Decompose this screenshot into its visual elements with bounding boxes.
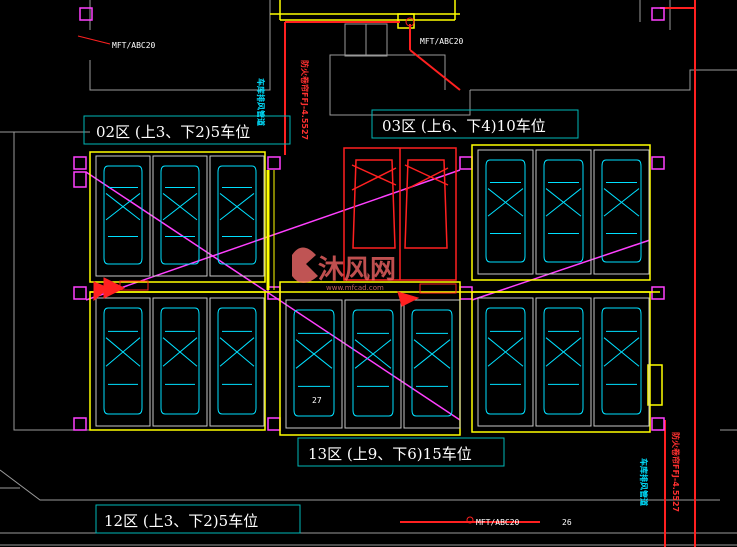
car-outline-icon bbox=[103, 307, 143, 415]
car-outline-icon bbox=[217, 165, 257, 265]
mft-leader-1 bbox=[77, 35, 111, 45]
zone-02-label: 02区 (上3、下2)5车位 bbox=[96, 123, 250, 141]
watermark-url: www.mfcad.com bbox=[326, 284, 384, 292]
parking-stall bbox=[593, 149, 650, 275]
parking-stall bbox=[477, 149, 534, 275]
zone-03-label: 03区 (上6、下4)10车位 bbox=[382, 117, 546, 135]
cad-parking-drawing: 02区 (上3、下2)5车位 03区 (上6、下4)10车位 13区 (上9、下… bbox=[0, 0, 737, 547]
zone-13-label: 13区 (上9、下6)15车位 bbox=[308, 445, 472, 463]
car-outline-icon bbox=[160, 307, 200, 415]
parking-stall bbox=[403, 299, 461, 429]
parking-stall bbox=[535, 297, 592, 427]
car-outline-icon bbox=[160, 165, 200, 265]
car-outline-icon bbox=[411, 309, 453, 417]
car-outline-icon bbox=[543, 307, 584, 415]
parking-stall bbox=[535, 149, 592, 275]
car-outline-icon bbox=[543, 159, 584, 263]
columns bbox=[73, 7, 665, 431]
watermark: 沐风网 www.mfcad.com bbox=[292, 247, 396, 292]
mft-tag-2: MFT/ABC20 bbox=[420, 37, 464, 46]
car-outline-icon bbox=[485, 159, 526, 263]
car-outline-icon bbox=[485, 307, 526, 415]
parking-stall bbox=[152, 297, 208, 427]
mft-tag-1: MFT/ABC20 bbox=[112, 41, 156, 50]
fire-shutter-label-1: 防火卷帘FFJ-4.5527 bbox=[300, 60, 310, 140]
zone-12-label: 12区 (上3、下2)5车位 bbox=[104, 512, 258, 530]
watermark-logo-icon bbox=[292, 247, 318, 283]
parking-stall bbox=[152, 155, 208, 277]
fire-shutter-label-2: 防火卷帘FFJ-4.5527 bbox=[671, 432, 681, 512]
parking-stall bbox=[209, 297, 265, 427]
watermark-text: 沐风网 bbox=[318, 255, 396, 285]
car-outline-icon bbox=[217, 307, 257, 415]
parking-stall bbox=[344, 299, 402, 429]
car-outline-icon bbox=[103, 165, 143, 265]
number-tag-27: 27 bbox=[312, 396, 322, 405]
parking-stall bbox=[95, 297, 151, 427]
parking-stall bbox=[593, 297, 650, 427]
parking-stall bbox=[95, 155, 151, 277]
number-tag-26: 26 bbox=[562, 518, 572, 527]
parking-stall bbox=[285, 299, 343, 429]
car-outline-icon bbox=[601, 307, 642, 415]
mft-tag-3: MFT/ABC20 bbox=[476, 518, 520, 527]
exhaust-pipe-label-1: 车库排风管道 bbox=[256, 78, 266, 126]
parking-stall bbox=[209, 155, 265, 277]
parking-stall bbox=[477, 297, 534, 427]
exhaust-pipe-label-2: 车库排风管道 bbox=[639, 458, 649, 506]
car-outline-icon bbox=[601, 159, 642, 263]
